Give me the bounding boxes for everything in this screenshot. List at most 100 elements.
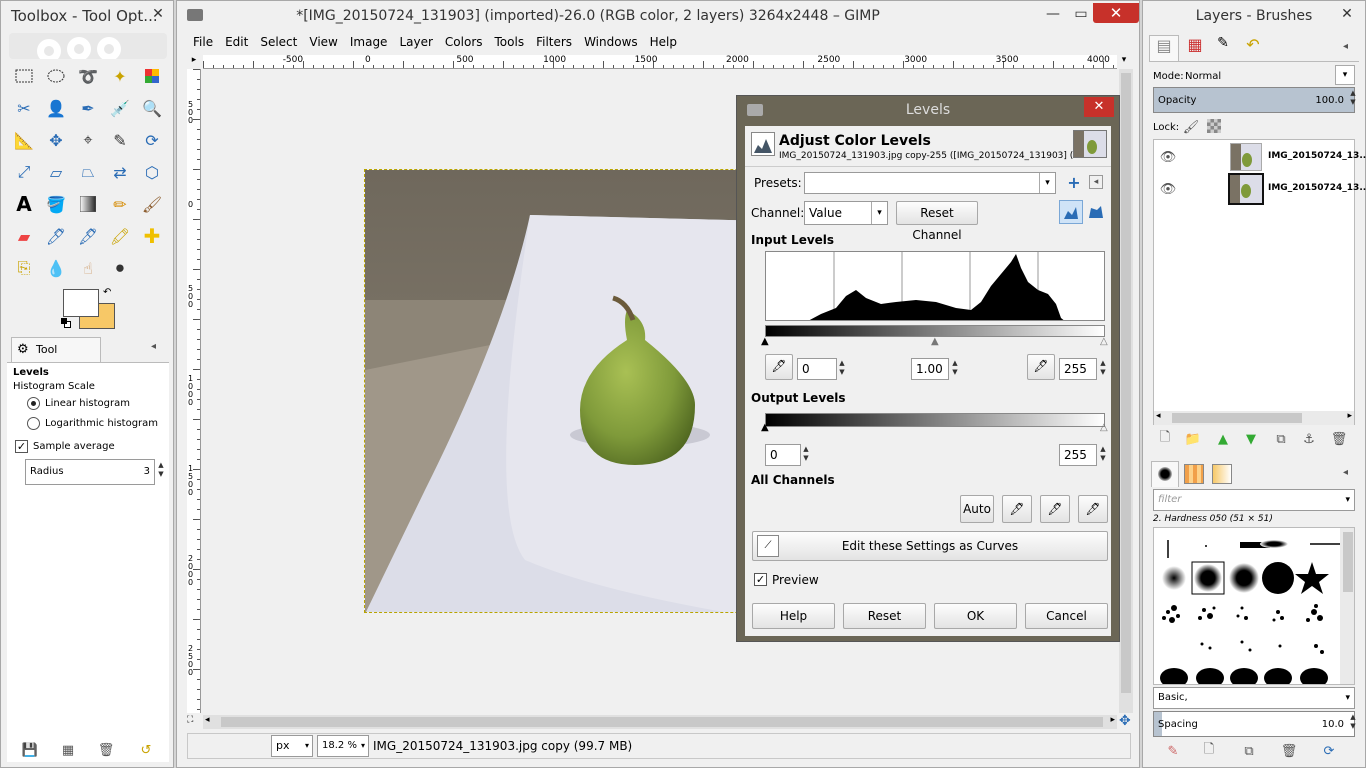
configure-brushes-icon[interactable]: ◂ <box>1343 467 1348 478</box>
channel-combo[interactable]: Value ▾ <box>804 201 888 225</box>
close-icon[interactable]: ✕ <box>1333 5 1361 25</box>
rotate-icon[interactable]: ⟳ <box>139 127 165 153</box>
mode-value[interactable]: Normal <box>1185 71 1221 82</box>
rect-select-icon[interactable] <box>11 63 37 89</box>
text-icon[interactable]: A <box>11 191 37 217</box>
layers-hscroll[interactable]: ◂ ▸ <box>1154 411 1354 425</box>
close-icon[interactable]: ✕ <box>144 5 172 25</box>
add-preset-icon[interactable]: + <box>1067 173 1081 192</box>
black-point-picker[interactable]: 🖋 <box>765 354 793 380</box>
menu-layer[interactable]: Layer <box>399 35 432 49</box>
output-high-spinner[interactable]: ▲ ▼ <box>1098 445 1108 463</box>
navigate-icon[interactable]: ✥ <box>1119 713 1135 729</box>
pick-white-picker[interactable]: 🖋 <box>1078 495 1108 523</box>
radius-spinner[interactable]: ▲ ▼ <box>156 461 166 479</box>
menu-select[interactable]: Select <box>260 35 297 49</box>
linear-histogram-radio[interactable] <box>27 397 40 410</box>
vertical-scrollbar[interactable] <box>1119 69 1133 713</box>
white-point-picker[interactable]: 🖋 <box>1027 354 1055 380</box>
input-low-handle[interactable]: ▲ <box>761 336 769 347</box>
log-histogram-radio[interactable] <box>27 417 40 430</box>
color-picker-icon[interactable]: 💉 <box>107 95 133 121</box>
tab-undo[interactable]: ↶ <box>1239 35 1267 61</box>
pick-gray-picker[interactable]: 🖋 <box>1040 495 1070 523</box>
edit-brush-icon[interactable]: ✎ <box>1165 743 1181 759</box>
blend-icon[interactable] <box>75 191 101 217</box>
crop-icon[interactable]: ✎ <box>107 127 133 153</box>
lock-alpha-icon[interactable] <box>1207 119 1221 133</box>
measure-icon[interactable]: 📐 <box>11 127 37 153</box>
new-layer-icon[interactable]: 🗋 <box>1157 430 1173 447</box>
layers-titlebar[interactable]: Layers - Brushes <box>1143 1 1365 31</box>
input-low-spinner[interactable]: ▲ ▼ <box>837 359 847 377</box>
tab-brushes[interactable] <box>1151 461 1179 487</box>
scissors-icon[interactable]: ✂ <box>11 95 37 121</box>
align-icon[interactable]: ⌖ <box>75 127 101 153</box>
radius-field[interactable]: Radius 3 <box>25 459 155 485</box>
brush-filter-input[interactable]: filter ▾ <box>1153 489 1355 511</box>
paths-icon[interactable]: ✒ <box>75 95 101 121</box>
delete-options-icon[interactable]: 🗑 <box>97 741 115 759</box>
eraser-icon[interactable]: ▰ <box>11 223 37 249</box>
smudge-icon[interactable]: ☝ <box>75 255 101 281</box>
clone-icon[interactable]: ⎘ <box>11 255 37 281</box>
tab-channels[interactable]: ▦ <box>1181 35 1209 61</box>
reset-button[interactable]: Reset <box>843 603 926 629</box>
opacity-spinner[interactable]: ▲ ▼ <box>1348 89 1358 107</box>
output-low-spinner[interactable]: ▲ ▼ <box>801 445 811 463</box>
ellipse-select-icon[interactable] <box>43 63 69 89</box>
mypaint-brush-icon[interactable]: 🖍 <box>107 223 133 249</box>
free-select-icon[interactable]: ➰ <box>75 63 101 89</box>
opacity-slider[interactable]: Opacity 100.0 <box>1153 87 1355 113</box>
refresh-brushes-icon[interactable]: ⟳ <box>1321 743 1337 759</box>
layer-row[interactable]: 👁 IMG_20150724_13... <box>1154 141 1366 173</box>
delete-brush-icon[interactable]: 🗑 <box>1281 743 1298 759</box>
tab-patterns[interactable] <box>1181 461 1207 487</box>
input-high-handle[interactable]: △ <box>1100 336 1108 347</box>
input-gamma-spinner[interactable]: ▲ ▼ <box>950 359 960 377</box>
nav-corner-button[interactable]: ⛶ <box>187 715 201 729</box>
menu-help[interactable]: Help <box>650 35 677 49</box>
save-options-icon[interactable]: 💾 <box>21 741 39 759</box>
input-high-spinner[interactable]: ▲ ▼ <box>1098 359 1108 377</box>
foreground-color-swatch[interactable] <box>63 289 99 317</box>
levels-close-button[interactable]: ✕ <box>1084 97 1114 117</box>
blur-icon[interactable]: 💧 <box>43 255 69 281</box>
menu-colors[interactable]: Colors <box>445 35 483 49</box>
duplicate-brush-icon[interactable]: ⧉ <box>1241 743 1257 759</box>
pick-black-picker[interactable]: 🖋 <box>1002 495 1032 523</box>
shear-icon[interactable]: ▱ <box>43 159 69 185</box>
raise-layer-icon[interactable]: ▲ <box>1215 431 1231 447</box>
anchor-layer-icon[interactable]: ⚓ <box>1301 431 1317 447</box>
menu-image[interactable]: Image <box>350 35 388 49</box>
spacing-slider[interactable]: Spacing 10.0 <box>1153 711 1355 737</box>
default-colors-icon[interactable] <box>61 318 71 328</box>
menu-file[interactable]: File <box>193 35 213 49</box>
unit-select[interactable]: px ▾ <box>271 735 313 757</box>
tab-tool-options[interactable]: ⚙ Tool Options <box>11 337 101 380</box>
ok-button[interactable]: OK <box>934 603 1017 629</box>
perspective-icon[interactable]: ⏢ <box>75 159 101 185</box>
layer-row[interactable]: 👁 IMG_20150724_13... <box>1154 173 1366 205</box>
cancel-button[interactable]: Cancel <box>1025 603 1108 629</box>
sample-average-checkbox[interactable]: ✓ <box>15 440 28 453</box>
output-high-field[interactable]: 255 <box>1059 444 1097 466</box>
flip-icon[interactable]: ⇄ <box>107 159 133 185</box>
help-button[interactable]: Help <box>752 603 835 629</box>
levels-titlebar[interactable]: Levels <box>737 96 1119 126</box>
preview-checkbox[interactable]: ✓ <box>754 573 767 586</box>
input-high-field[interactable]: 255 <box>1059 358 1097 380</box>
reset-channel-button[interactable]: Reset Channel <box>896 201 978 242</box>
linear-hist-toggle[interactable] <box>1059 200 1083 224</box>
input-gamma-handle[interactable]: ▲ <box>931 336 939 347</box>
tab-gradients[interactable] <box>1209 461 1235 487</box>
output-low-field[interactable]: 0 <box>765 444 801 466</box>
close-window-button[interactable]: ✕ <box>1093 3 1139 23</box>
configure-tab-icon[interactable]: ◂ <box>151 341 156 352</box>
configure-dock-icon[interactable]: ◂ <box>1343 41 1348 52</box>
auto-button[interactable]: Auto <box>960 495 994 523</box>
scale-icon[interactable]: ⤢ <box>11 159 37 185</box>
foreground-select-icon[interactable]: 👤 <box>43 95 69 121</box>
ink-icon[interactable]: 🖋 <box>75 223 101 249</box>
reset-options-icon[interactable]: ↺ <box>137 741 155 759</box>
